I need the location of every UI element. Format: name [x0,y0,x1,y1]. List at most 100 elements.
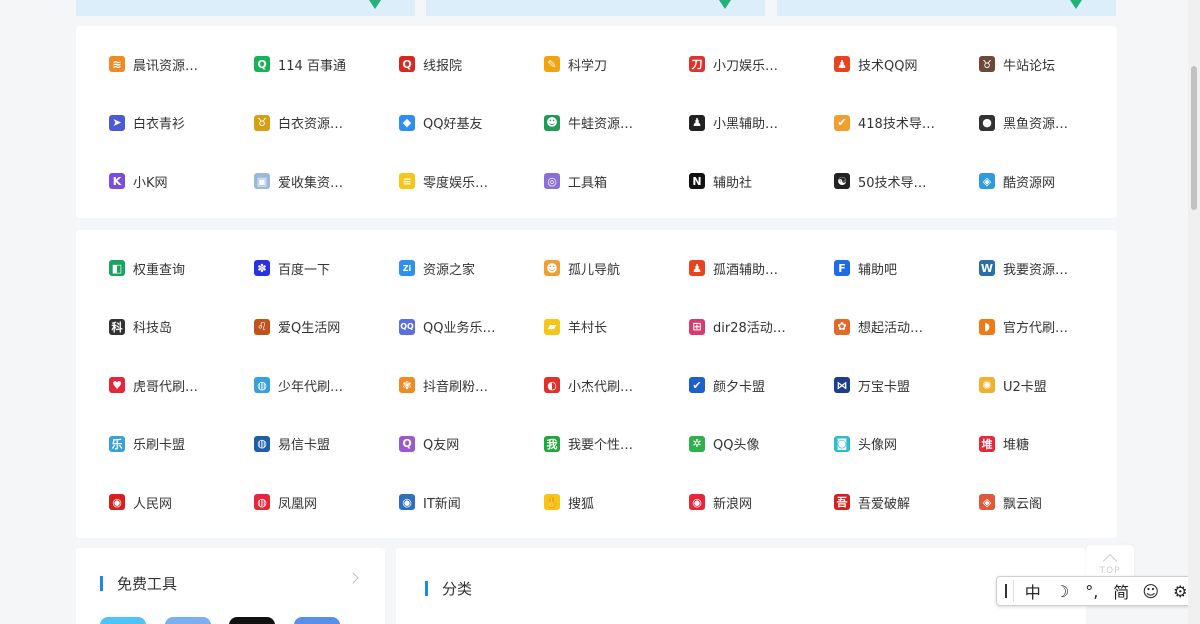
site-link[interactable]: ➤ 白衣青衫 [109,111,249,135]
site-link[interactable]: ♟ 孤酒辅助… [689,256,829,280]
site-link[interactable]: ▣ 爱收集资… [254,169,394,193]
site-link[interactable]: 乐乐刷卡盟 [109,432,249,456]
site-link-label: QQ头像 [713,438,760,453]
free-tools-header: 免费工具 [100,573,177,594]
site-link[interactable]: ◉ IT新闻 [399,490,539,514]
site-link-label: 黑鱼资源… [1003,117,1069,132]
site-link[interactable]: ◐ 小杰代刷… [544,373,684,397]
site-link-label: 抖音刷粉… [423,379,489,395]
site-link-label: 白衣青衫 [133,117,186,132]
zi-letter-icon: Zi [399,260,415,276]
swirl-icon: ◐ [544,377,560,393]
site-link[interactable]: F 辅助吧 [834,256,974,280]
top-card[interactable] [777,0,1116,16]
site-link[interactable]: ◍ 易信卡盟 [254,432,394,456]
site-link[interactable]: ⋈ 万宝卡盟 [834,373,974,397]
flower-icon: ✾ [399,377,415,393]
site-link[interactable]: Q Q友网 [399,432,539,456]
corner-triangle-icon [1070,0,1082,9]
top-card[interactable] [426,0,765,16]
site-link[interactable]: ◈ 酷资源网 [979,169,1119,193]
site-link[interactable]: ✽ 百度一下 [254,256,394,280]
site-link[interactable]: K 小K网 [109,169,249,193]
site-link[interactable]: 刀小刀娱乐… [689,52,829,76]
site-link[interactable]: ✔ 颜夕卡盟 [689,373,829,397]
site-link[interactable]: ♌ 爱Q生活网 [254,315,394,339]
site-link[interactable]: ♟ 技术QQ网 [834,52,974,76]
site-link[interactable]: 吾吾爱破解 [834,490,974,514]
ime-punctuation-toggle[interactable]: °, [1077,582,1107,601]
site-link-label: 头像网 [858,438,898,453]
site-link[interactable]: ♉ 白衣资源… [254,111,394,135]
tool-tile[interactable] [294,617,340,624]
ime-grip-handle[interactable] [1005,584,1007,598]
cube-icon: ◈ [979,173,995,189]
site-link[interactable]: ◈ 飘云阁 [979,490,1119,514]
site-links-panel-1: ≋ 晨讯资源… Q 114 百事通 Q 线报院 ✎ 科学刀 刀小刀娱乐… ♟ 技术QQ网 ♉ 牛站论坛 ➤… [76,26,1117,218]
site-link[interactable]: ◆ QQ好基友 [399,111,539,135]
site-link[interactable]: ◍ 凤凰网 [254,490,394,514]
corner-triangle-icon [369,0,381,9]
site-link[interactable]: ✾ 抖音刷粉… [399,373,539,397]
tool-tile[interactable] [229,617,275,624]
site-link[interactable]: ▰ 羊村长 [544,315,684,339]
site-link[interactable]: ◧ 权重查询 [109,256,249,280]
site-link[interactable]: ◙ 头像网 [834,432,974,456]
chevron-right-icon[interactable] [347,572,359,584]
site-link[interactable]: ✿ 想起活动… [834,315,974,339]
site-link[interactable]: ⊞ dir28活动… [689,315,829,339]
scrollbar-thumb[interactable] [1191,66,1197,210]
frog-icon: ☻ [544,114,560,131]
site-link-label: 小K网 [133,175,168,191]
site-link[interactable]: ◉ 人民网 [109,490,249,514]
site-link[interactable]: ♥ 虎哥代刷… [109,373,249,397]
site-link-label: 孤儿导航 [568,262,621,278]
phoenix-icon: ◍ [254,494,270,510]
site-link[interactable]: ♉ 牛站论坛 [979,52,1119,76]
site-link[interactable]: 科科技岛 [109,315,249,339]
diamond-icon: ◆ [399,114,415,131]
ime-moon-icon[interactable]: ☽ [1047,582,1077,601]
page-scrollbar[interactable] [1188,0,1200,624]
site-link[interactable]: ◉ 新浪网 [689,490,829,514]
site-link[interactable]: ☻ 牛蛙资源… [544,111,684,135]
site-link-label: 我要个性… [568,438,634,453]
site-link-label: 零度娱乐… [423,175,489,191]
tool-tile[interactable] [100,617,146,624]
site-link-label: 颜夕卡盟 [713,379,766,395]
ime-emoji-icon[interactable]: ☺ [1136,582,1166,601]
site-link[interactable]: Q 114 百事通 [254,52,394,76]
duitang-icon: 堆 [979,435,995,452]
site-link[interactable]: N 辅助社 [689,169,829,193]
site-link[interactable]: ☻ 孤儿导航 [544,256,684,280]
site-link[interactable]: ● 黑鱼资源… [979,111,1119,135]
site-link[interactable]: ♟ 小黑辅助… [689,111,829,135]
site-link[interactable]: 堆堆糖 [979,432,1119,456]
site-link[interactable]: ✔ 418技术导… [834,111,974,135]
fan-icon: ✺ [979,377,995,393]
site-link[interactable]: ✋ 搜狐 [544,490,684,514]
site-link[interactable]: ☯ 50技术导… [834,169,974,193]
site-link[interactable]: ✎ 科学刀 [544,52,684,76]
site-link[interactable]: ✲ QQ头像 [689,432,829,456]
site-link[interactable]: Q 线报院 [399,52,539,76]
ime-simplified-toggle[interactable]: 简 [1107,579,1137,603]
site-link[interactable]: ≋ 晨讯资源… [109,52,249,76]
top-card[interactable] [76,0,415,16]
site-link[interactable]: ≡ 零度娱乐… [399,169,539,193]
site-link[interactable]: QQ QQ业务乐… [399,315,539,339]
site-link[interactable]: ◎ 工具箱 [544,169,684,193]
site-link[interactable]: Zi 资源之家 [399,256,539,280]
site-link-label: 辅助社 [713,175,753,191]
site-link-label: 资源之家 [423,262,476,278]
site-link-label: 凤凰网 [278,496,318,512]
site-link[interactable]: 我我要个性… [544,432,684,456]
site-link[interactable]: W 我要资源… [979,256,1119,280]
site-link-label: IT新闻 [423,496,461,512]
ime-chinese-mode[interactable]: 中 [1018,579,1048,603]
site-link[interactable]: ◗ 官方代刷… [979,315,1119,339]
site-link[interactable]: ◍ 少年代刷… [254,373,394,397]
shield-icon: ◈ [979,494,995,510]
site-link[interactable]: ✺ U2卡盟 [979,373,1119,397]
tool-tile[interactable] [165,617,211,624]
